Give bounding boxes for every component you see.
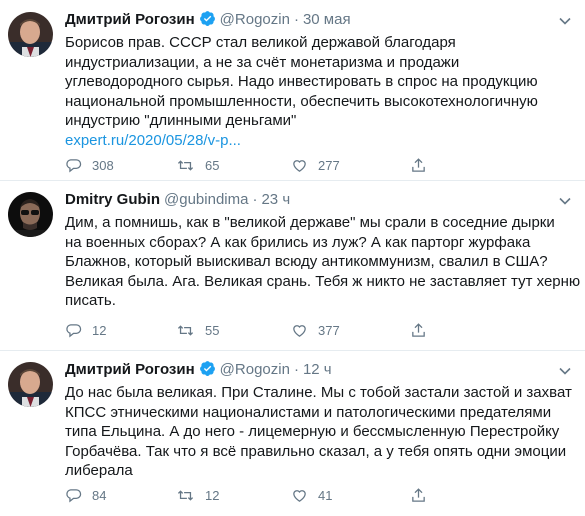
heart-icon	[293, 490, 306, 502]
tweet-text-line: Блажнов, который выискивал всюду антиком…	[65, 253, 548, 270]
reply-count: 308	[92, 158, 114, 173]
like-count: 277	[318, 158, 340, 173]
tweet-text-line: До нас была великая. При Сталине. Мы с т…	[65, 384, 572, 401]
reply-button[interactable]: 84	[65, 486, 106, 506]
separator: ·	[293, 361, 299, 378]
retweet-button[interactable]: 12	[176, 486, 219, 506]
author-handle[interactable]: @Rogozin	[220, 11, 290, 28]
rogozin-avatar-icon	[8, 362, 53, 407]
heart-icon	[293, 325, 306, 337]
reply-button[interactable]: 12	[65, 321, 106, 341]
retweet-count: 12	[205, 488, 220, 503]
tweet-text-line: Борисов прав. СССР стал великой державой…	[65, 34, 456, 51]
like-button[interactable]: 377	[291, 321, 340, 341]
tweet-link[interactable]: expert.ru/2020/05/28/v-p...	[65, 131, 573, 151]
author-handle[interactable]: @Rogozin	[220, 361, 290, 378]
tweet[interactable]: Дмитрий Рогозин @Rogozin · 30 мая Борисов п…	[0, 0, 585, 180]
author-name[interactable]: Дмитрий Рогозин	[65, 361, 195, 378]
tweet-text-line: Великая была. Ага. Великая срань. Тебя ж…	[65, 272, 581, 290]
tweet-text-line: КПСС этническими националистами и патоло…	[65, 403, 552, 421]
tweet-text-line: индустрию "длинными деньгами"	[65, 112, 297, 129]
tweet-text-line: национальной промышленности, обеспечить …	[65, 92, 538, 110]
retweet-icon	[177, 160, 194, 171]
tweet-text-line: типа Ельцина. А до него - лицемерную и б…	[65, 423, 560, 440]
chevron-down-icon[interactable]	[559, 192, 571, 210]
tweet-header: Дмитрий Рогозин @Rogozin · 12 ч	[65, 360, 332, 380]
share-icon	[412, 323, 425, 337]
avatar[interactable]	[8, 192, 53, 237]
retweet-icon	[177, 325, 194, 336]
tweet-text-line: индустриализации, а не за счёт монетариз…	[65, 53, 460, 71]
separator: ·	[252, 191, 258, 208]
timestamp[interactable]: 12 ч	[303, 361, 332, 378]
tweet-text: До нас была великая. При Сталине. Мы с т…	[65, 383, 573, 481]
retweet-icon	[177, 490, 194, 501]
avatar[interactable]	[8, 362, 53, 407]
share-icon	[412, 158, 425, 172]
tweet-text-line: Дим, а помнишь, как в "великой державе" …	[65, 214, 555, 231]
avatar[interactable]	[8, 12, 53, 57]
reply-button[interactable]: 308	[65, 156, 114, 176]
author-handle[interactable]: @gubindima	[164, 191, 248, 208]
share-button[interactable]	[410, 486, 427, 506]
reply-count: 84	[92, 488, 107, 503]
share-button[interactable]	[410, 321, 427, 341]
chevron-down-icon[interactable]	[559, 12, 571, 30]
retweet-count: 65	[205, 158, 220, 173]
gubin-avatar-icon	[8, 192, 53, 237]
like-button[interactable]: 41	[291, 486, 332, 506]
verified-badge-icon	[199, 360, 216, 383]
share-button[interactable]	[410, 156, 427, 176]
heart-icon	[293, 160, 306, 172]
tweet-text-line: на военных сборах? А как брились из луж?…	[65, 233, 531, 251]
verified-badge-icon	[199, 10, 216, 33]
separator: ·	[293, 11, 299, 28]
retweet-button[interactable]: 55	[176, 321, 219, 341]
reply-icon	[66, 324, 82, 338]
timestamp[interactable]: 23 ч	[261, 191, 290, 208]
tweet-text-line: писать.	[65, 292, 116, 309]
tweet-header: Dmitry Gubin @gubindima · 23 ч	[65, 190, 290, 210]
tweet-text-line: углеводородного сырья. Надо инвестироват…	[65, 73, 538, 90]
reply-icon	[66, 489, 82, 503]
timestamp[interactable]: 30 мая	[303, 11, 351, 28]
tweet-text: Борисов прав. СССР стал великой державой…	[65, 33, 573, 150]
chevron-down-icon[interactable]	[559, 362, 571, 380]
tweet-text-line: Горбачёва. Так что я всё правильно сказа…	[65, 442, 567, 460]
tweet-header: Дмитрий Рогозин @Rogozin · 30 мая	[65, 10, 351, 30]
tweet-text: Дим, а помнишь, как в "великой державе" …	[65, 213, 581, 311]
rogozin-avatar-icon	[8, 12, 53, 57]
author-name[interactable]: Dmitry Gubin	[65, 191, 160, 208]
retweet-button[interactable]: 65	[176, 156, 219, 176]
share-icon	[412, 488, 425, 502]
tweet[interactable]: Дмитрий Рогозин @Rogozin · 12 ч До нас была…	[0, 350, 585, 516]
tweet-text-line: либерала	[65, 462, 133, 479]
like-button[interactable]: 277	[291, 156, 340, 176]
retweet-count: 55	[205, 323, 220, 338]
like-count: 41	[318, 488, 333, 503]
tweet[interactable]: Dmitry Gubin @gubindima · 23 ч Дим, а помни…	[0, 180, 585, 350]
like-count: 377	[318, 323, 340, 338]
reply-icon	[66, 159, 82, 173]
reply-count: 12	[92, 323, 107, 338]
author-name[interactable]: Дмитрий Рогозин	[65, 11, 195, 28]
